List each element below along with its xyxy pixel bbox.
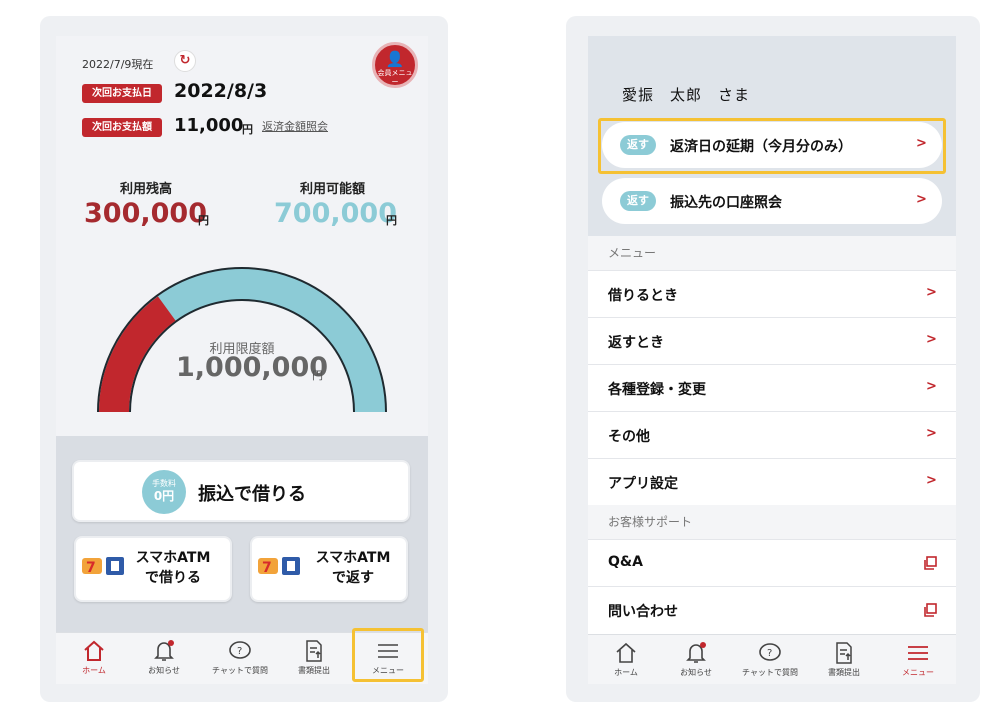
- support-item-contact[interactable]: 問い合わせ: [588, 586, 956, 633]
- atm-borrow-label: スマホATM で借りる: [118, 548, 228, 588]
- nav-notifications[interactable]: お知らせ: [666, 635, 726, 684]
- nav-notifications-label: お知らせ: [680, 668, 712, 677]
- menu-item-other[interactable]: その他 >: [588, 411, 956, 458]
- account-inquiry-label: 振込先の口座照会: [670, 195, 782, 211]
- menu-item-app-settings[interactable]: アプリ設定 >: [588, 458, 956, 505]
- as-of-date: 2022/7/9現在: [82, 58, 154, 71]
- nav-documents[interactable]: 書類提出: [814, 635, 874, 684]
- support-section-header: お客様サポート: [588, 505, 956, 539]
- available-value: 700,000: [274, 198, 397, 229]
- chevron-right-icon: >: [926, 379, 937, 394]
- balance-value: 300,000: [84, 198, 207, 229]
- home-screen: 2022/7/9現在 ↻ 👤 会員メニュー 次回お支払日 2022/8/3 次回…: [56, 36, 428, 684]
- nav-menu-label: メニュー: [902, 668, 934, 677]
- support-item-label: Q&A: [608, 554, 643, 570]
- nav-chat[interactable]: ? チャットで質問: [732, 635, 808, 684]
- menu-highlight-box: [352, 628, 424, 682]
- nav-notifications-label: お知らせ: [148, 666, 180, 675]
- nav-menu[interactable]: メニュー: [886, 635, 950, 684]
- nav-notifications[interactable]: お知らせ: [134, 633, 194, 684]
- nav-home[interactable]: ホーム: [64, 633, 124, 684]
- menu-item-label: 各種登録・変更: [608, 382, 706, 398]
- nav-chat[interactable]: ? チャットで質問: [202, 633, 278, 684]
- member-menu-button[interactable]: 👤 会員メニュー: [372, 42, 418, 88]
- next-payment-date: 2022/8/3: [174, 80, 268, 102]
- menu-item-return[interactable]: 返すとき >: [588, 317, 956, 364]
- next-payment-amount-label: 次回お支払額: [82, 118, 162, 137]
- refresh-icon[interactable]: ↻: [174, 50, 196, 72]
- nav-documents-label: 書類提出: [828, 668, 860, 677]
- atm-return-line1: スマホATM: [315, 550, 391, 566]
- fee-free-badge: 手数料 0円: [142, 470, 186, 514]
- support-item-label: 問い合わせ: [608, 604, 678, 620]
- chevron-right-icon: >: [926, 332, 937, 347]
- fee-label: 手数料: [152, 479, 176, 488]
- yen-unit: 円: [312, 369, 323, 382]
- seven-bank-logo-icon: 7: [258, 557, 300, 576]
- atm-return-line2: で返す: [332, 570, 374, 586]
- menu-screen: 愛振 太郎 さま 返す 返済日の延期（今月分のみ） > 返す 振込先の口座照会 …: [588, 36, 956, 684]
- nav-documents[interactable]: 書類提出: [284, 633, 344, 684]
- menu-item-borrow[interactable]: 借りるとき >: [588, 270, 956, 317]
- bell-icon: [154, 640, 174, 661]
- home-icon: [616, 642, 636, 663]
- chevron-right-icon: >: [926, 426, 937, 441]
- chevron-right-icon: >: [926, 473, 937, 488]
- hamburger-menu-icon: [908, 646, 928, 660]
- balance-label: 利用残高: [120, 182, 173, 197]
- limit-value: 1,000,000: [176, 352, 329, 383]
- next-payment-date-label: 次回お支払日: [82, 84, 162, 103]
- chat-question-icon: ?: [759, 643, 781, 661]
- bell-icon: [686, 642, 706, 663]
- person-icon: 👤: [385, 50, 405, 68]
- user-name: 愛振 太郎 さま: [622, 86, 751, 104]
- support-item-qa[interactable]: Q&A: [588, 539, 956, 586]
- atm-borrow-line2: で借りる: [145, 570, 201, 586]
- menu-item-registration[interactable]: 各種登録・変更 >: [588, 364, 956, 411]
- menu-item-label: 返すとき: [608, 335, 664, 351]
- usage-gauge: [97, 267, 387, 413]
- home-icon: [84, 640, 104, 661]
- yen-unit: 円: [242, 123, 253, 136]
- nav-chat-label: チャットで質問: [212, 666, 268, 675]
- next-payment-amount: 11,000: [174, 115, 244, 136]
- nav-home-label: ホーム: [82, 666, 106, 675]
- menu-item-label: その他: [608, 429, 650, 445]
- available-label: 利用可能額: [300, 182, 366, 197]
- gauge-used-arc: [99, 296, 176, 413]
- nav-home-label: ホーム: [614, 668, 638, 677]
- nav-home[interactable]: ホーム: [596, 635, 656, 684]
- external-window-icon: [924, 603, 937, 617]
- nav-documents-label: 書類提出: [298, 666, 330, 675]
- menu-item-label: アプリ設定: [608, 476, 678, 492]
- extend-highlight-box: [598, 118, 946, 174]
- menu-item-label: 借りるとき: [608, 288, 678, 304]
- fee-value: 0円: [153, 489, 175, 503]
- chevron-right-icon: >: [916, 192, 927, 207]
- svg-text:?: ?: [767, 648, 772, 659]
- external-window-icon: [924, 556, 937, 570]
- svg-text:?: ?: [237, 646, 242, 657]
- chat-question-icon: ?: [229, 641, 251, 659]
- repayment-inquiry-link[interactable]: 返済金額照会: [262, 118, 328, 134]
- yen-unit: 円: [386, 214, 397, 227]
- member-menu-label: 会員メニュー: [377, 69, 413, 86]
- nav-chat-label: チャットで質問: [742, 668, 798, 677]
- chevron-right-icon: >: [926, 285, 937, 300]
- document-upload-icon: [836, 642, 852, 664]
- atm-return-label: スマホATM で返す: [298, 548, 408, 588]
- menu-section-header: メニュー: [588, 236, 956, 270]
- svg-text:7: 7: [262, 560, 272, 576]
- transfer-borrow-label: 振込で借りる: [198, 484, 306, 505]
- bottom-nav: ホーム お知らせ ? チャットで質問 書類提出 メニュー: [588, 634, 956, 684]
- yen-unit: 円: [198, 214, 209, 227]
- svg-text:7: 7: [86, 560, 96, 576]
- atm-borrow-line1: スマホATM: [135, 550, 211, 566]
- return-badge: 返す: [620, 191, 656, 211]
- document-upload-icon: [306, 640, 322, 662]
